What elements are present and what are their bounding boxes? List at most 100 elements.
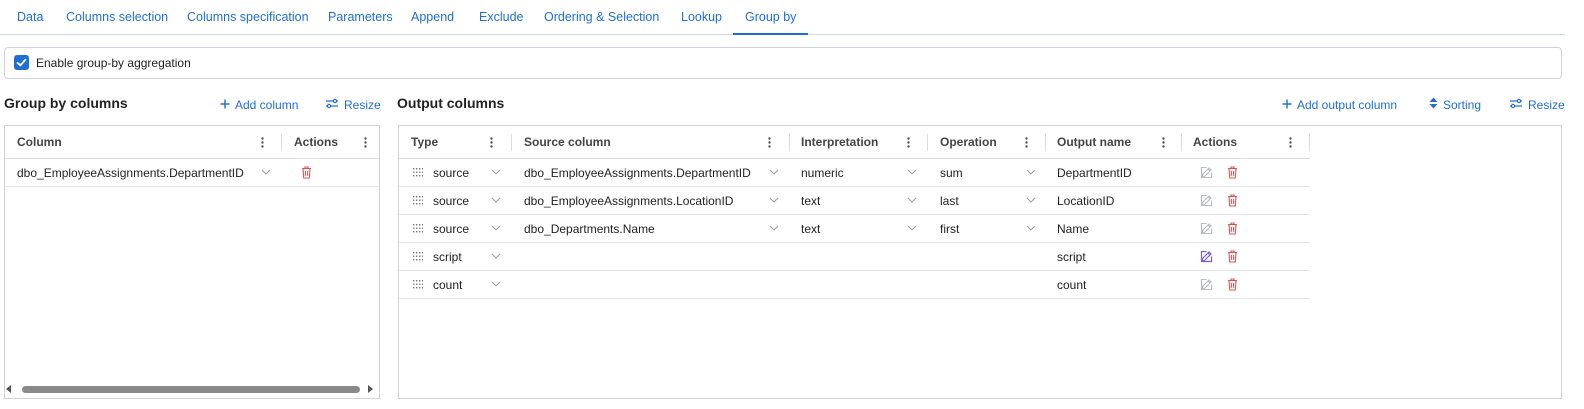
group-by-table: Column Actions dbo_EmployeeAssignments.D… bbox=[4, 125, 380, 399]
interpretation-select[interactable]: text bbox=[801, 187, 820, 214]
tab-group-by[interactable]: Group by bbox=[733, 0, 809, 35]
kebab-menu-icon[interactable] bbox=[490, 137, 493, 148]
chevron-down-icon[interactable] bbox=[907, 197, 917, 203]
output-name-field[interactable]: count bbox=[1057, 271, 1086, 298]
operation-select[interactable]: sum bbox=[940, 159, 963, 186]
type-select[interactable]: source bbox=[433, 215, 469, 242]
kebab-menu-icon[interactable] bbox=[261, 137, 264, 148]
kebab-menu-icon[interactable] bbox=[768, 137, 771, 148]
column-divider[interactable] bbox=[1181, 134, 1182, 151]
table-row: source dbo_Departments.Name text first N… bbox=[399, 215, 1310, 243]
pencil-icon[interactable] bbox=[1200, 278, 1213, 291]
column-divider[interactable] bbox=[1045, 134, 1046, 151]
interpretation-select[interactable]: text bbox=[801, 215, 820, 242]
trash-icon[interactable] bbox=[1227, 222, 1238, 235]
group-by-table-header: Column Actions bbox=[5, 126, 379, 159]
chevron-down-icon[interactable] bbox=[491, 197, 501, 203]
tab-append[interactable]: Append bbox=[411, 0, 454, 34]
source-column-select[interactable]: dbo_EmployeeAssignments.DepartmentID bbox=[524, 159, 751, 186]
plus-icon bbox=[220, 98, 230, 112]
tab-exclude[interactable]: Exclude bbox=[479, 0, 523, 34]
trash-icon[interactable] bbox=[1227, 166, 1238, 179]
source-column-select[interactable]: dbo_EmployeeAssignments.LocationID bbox=[524, 187, 733, 214]
column-divider[interactable] bbox=[281, 134, 282, 151]
kebab-menu-icon[interactable] bbox=[1162, 137, 1165, 148]
scrollbar-thumb[interactable] bbox=[22, 386, 360, 393]
operation-select[interactable]: last bbox=[940, 187, 959, 214]
header-operation: Operation bbox=[940, 135, 997, 149]
pencil-icon[interactable] bbox=[1200, 222, 1213, 235]
scroll-left-arrow-icon[interactable] bbox=[6, 385, 12, 393]
scroll-right-arrow-icon[interactable] bbox=[367, 385, 373, 393]
add-output-column-button[interactable]: Add output column bbox=[1282, 97, 1397, 112]
group-by-title: Group by columns bbox=[4, 95, 128, 111]
trash-icon[interactable] bbox=[301, 166, 312, 179]
type-select[interactable]: source bbox=[433, 187, 469, 214]
drag-grip-icon[interactable] bbox=[413, 196, 423, 205]
column-divider[interactable] bbox=[1309, 134, 1310, 151]
enable-groupby-bar: Enable group-by aggregation bbox=[4, 47, 1562, 79]
kebab-menu-icon[interactable] bbox=[1289, 137, 1292, 148]
table-row: script script bbox=[399, 243, 1310, 271]
table-row: source dbo_EmployeeAssignments.LocationI… bbox=[399, 187, 1310, 215]
type-select[interactable]: count bbox=[433, 271, 462, 298]
type-select[interactable]: source bbox=[433, 159, 469, 186]
drag-grip-icon[interactable] bbox=[413, 280, 423, 289]
trash-icon[interactable] bbox=[1227, 194, 1238, 207]
drag-grip-icon[interactable] bbox=[413, 224, 423, 233]
tab-columns-selection[interactable]: Columns selection bbox=[66, 0, 168, 34]
chevron-down-icon[interactable] bbox=[491, 169, 501, 175]
chevron-down-icon[interactable] bbox=[1026, 225, 1036, 231]
column-divider[interactable] bbox=[789, 134, 790, 151]
pencil-icon[interactable] bbox=[1200, 194, 1213, 207]
chevron-down-icon[interactable] bbox=[907, 169, 917, 175]
chevron-down-icon[interactable] bbox=[491, 281, 501, 287]
add-column-button[interactable]: Add column bbox=[220, 97, 298, 112]
chevron-down-icon[interactable] bbox=[1026, 169, 1036, 175]
output-name-field[interactable]: Name bbox=[1057, 215, 1089, 242]
header-actions: Actions bbox=[1193, 135, 1238, 149]
resize-icon bbox=[1509, 98, 1523, 112]
group-by-column-select[interactable]: dbo_EmployeeAssignments.DepartmentID bbox=[17, 159, 244, 186]
chevron-down-icon[interactable] bbox=[769, 225, 779, 231]
sort-icon bbox=[1429, 97, 1438, 112]
tab-parameters[interactable]: Parameters bbox=[328, 0, 393, 34]
column-divider[interactable] bbox=[511, 134, 512, 151]
column-divider[interactable] bbox=[927, 134, 928, 151]
kebab-menu-icon[interactable] bbox=[907, 137, 910, 148]
kebab-menu-icon[interactable] bbox=[1025, 137, 1028, 148]
output-name-field[interactable]: DepartmentID bbox=[1057, 159, 1132, 186]
type-select[interactable]: script bbox=[433, 243, 462, 270]
sorting-button[interactable]: Sorting bbox=[1429, 97, 1481, 112]
chevron-down-icon[interactable] bbox=[261, 169, 271, 175]
horizontal-scrollbar[interactable] bbox=[4, 382, 376, 396]
kebab-menu-icon[interactable] bbox=[364, 137, 367, 148]
chevron-down-icon[interactable] bbox=[491, 225, 501, 231]
chevron-down-icon[interactable] bbox=[1026, 197, 1036, 203]
output-name-field[interactable]: script bbox=[1057, 243, 1086, 270]
drag-grip-icon[interactable] bbox=[413, 168, 423, 177]
pencil-icon[interactable] bbox=[1200, 166, 1213, 179]
interpretation-select[interactable]: numeric bbox=[801, 159, 844, 186]
drag-grip-icon[interactable] bbox=[413, 252, 423, 261]
enable-groupby-checkbox[interactable] bbox=[14, 55, 29, 70]
trash-icon[interactable] bbox=[1227, 250, 1238, 263]
chevron-down-icon[interactable] bbox=[491, 253, 501, 259]
output-resize-button[interactable]: Resize bbox=[1509, 97, 1565, 112]
output-columns-table: Type Source column Interpretation Operat… bbox=[398, 125, 1562, 399]
chevron-down-icon[interactable] bbox=[907, 225, 917, 231]
source-column-select[interactable]: dbo_Departments.Name bbox=[524, 215, 655, 242]
output-table-header: Type Source column Interpretation Operat… bbox=[399, 126, 1310, 159]
operation-select[interactable]: first bbox=[940, 215, 959, 242]
pencil-icon[interactable] bbox=[1200, 250, 1213, 263]
output-name-field[interactable]: LocationID bbox=[1057, 187, 1114, 214]
tab-ordering-selection[interactable]: Ordering & Selection bbox=[544, 0, 659, 34]
chevron-down-icon[interactable] bbox=[769, 197, 779, 203]
chevron-down-icon[interactable] bbox=[769, 169, 779, 175]
tab-data[interactable]: Data bbox=[17, 0, 43, 34]
tab-columns-specification[interactable]: Columns specification bbox=[187, 0, 309, 34]
tab-lookup[interactable]: Lookup bbox=[681, 0, 722, 34]
trash-icon[interactable] bbox=[1227, 278, 1238, 291]
enable-groupby-label: Enable group-by aggregation bbox=[36, 56, 191, 70]
group-by-resize-button[interactable]: Resize bbox=[325, 97, 381, 112]
